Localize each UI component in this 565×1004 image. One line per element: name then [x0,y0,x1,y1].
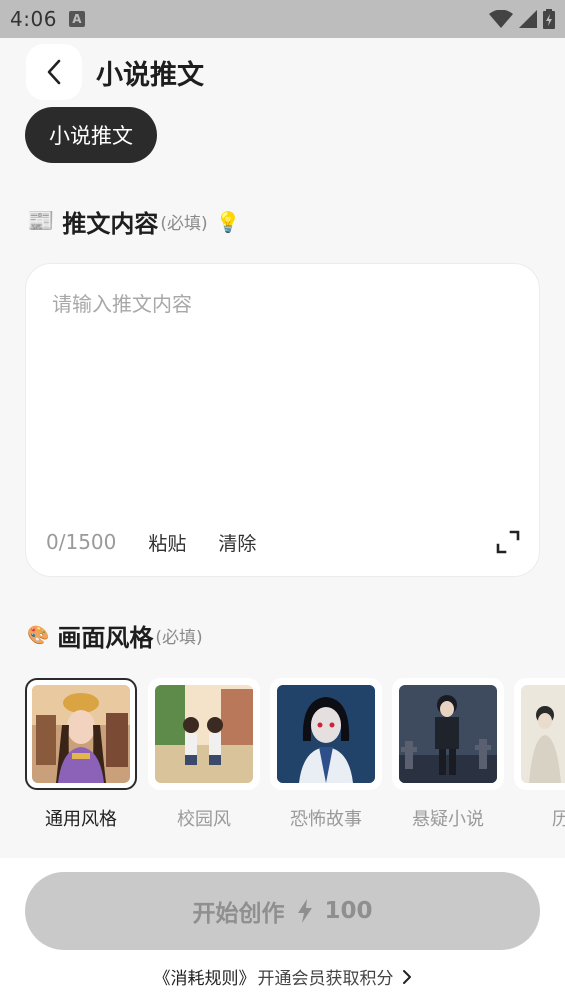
hint-icon[interactable]: 💡 [216,210,241,234]
style-label: 历史 [552,809,565,828]
style-thumbnail-general [32,685,130,783]
style-item-horror[interactable]: 恐怖故事 [270,678,382,828]
category-chip[interactable]: 小说推文 [25,107,157,163]
style-label: 通用风格 [45,809,117,828]
style-label: 恐怖故事 [290,809,362,828]
style-thumb-frame [148,678,260,790]
chevron-right-icon[interactable] [402,969,412,985]
paste-button[interactable]: 粘贴 [148,529,186,556]
content-textarea[interactable] [52,288,512,518]
style-thumbnail-campus [155,685,253,783]
style-section-title: 🎨 画面风格 (必填) [27,618,203,653]
bottom-panel: 开始创作 100 《消耗规则》 开通会员获取积分 [0,858,565,1004]
start-label: 开始创作 [192,901,285,927]
content-input-box: 0/1500 粘贴 清除 [25,263,540,577]
style-thumb-frame [514,678,565,790]
style-item-campus[interactable]: 校园风 [148,678,260,828]
style-thumbnail-suspense [399,685,497,783]
rules-line: 《消耗规则》 开通会员获取积分 [0,964,565,989]
textbox-footer: 0/1500 粘贴 清除 [46,528,521,556]
content-title: 推文内容 [62,210,159,238]
style-label: 校园风 [177,809,231,828]
page-title: 小说推文 [96,59,204,91]
char-counter: 0/1500 [46,530,117,554]
content-required: (必填) [160,214,208,234]
style-thumbnail-history [521,685,565,783]
style-item-suspense[interactable]: 悬疑小说 [392,678,504,828]
style-title: 画面风格 [57,624,154,652]
cost-value: 100 [324,898,373,924]
status-bar: 4:06 A [0,0,565,38]
style-thumb-frame [270,678,382,790]
header: 小说推文 [26,44,204,100]
consumption-rules-link[interactable]: 《消耗规则》 [154,964,256,989]
content-section-title: 📰 推文内容 (必填) 💡 [27,204,241,239]
chevron-left-icon [47,59,61,85]
membership-link[interactable]: 开通会员获取积分 [258,964,394,989]
style-thumb-frame [392,678,504,790]
signal-icon [519,10,537,28]
style-thumbnail-horror [277,685,375,783]
lightning-icon [298,899,313,923]
style-label: 悬疑小说 [412,809,484,828]
style-item-history[interactable]: 历史 [514,678,565,828]
battery-icon [543,9,555,29]
style-item-general[interactable]: 通用风格 [25,678,137,828]
newspaper-icon: 📰 [27,209,55,234]
status-icons [489,9,555,29]
clear-button[interactable]: 清除 [218,529,256,556]
expand-icon[interactable] [495,529,521,555]
status-time: 4:06 [10,7,57,31]
back-button[interactable] [26,44,82,100]
style-list: 通用风格 校园风 恐怖故事 悬疑小说 历 [25,678,565,828]
palette-icon: 🎨 [27,625,50,646]
wifi-icon [489,10,513,28]
style-required: (必填) [155,628,203,648]
style-thumb-frame [25,678,137,790]
start-create-button[interactable]: 开始创作 100 [25,872,540,950]
notification-icon: A [68,11,85,27]
